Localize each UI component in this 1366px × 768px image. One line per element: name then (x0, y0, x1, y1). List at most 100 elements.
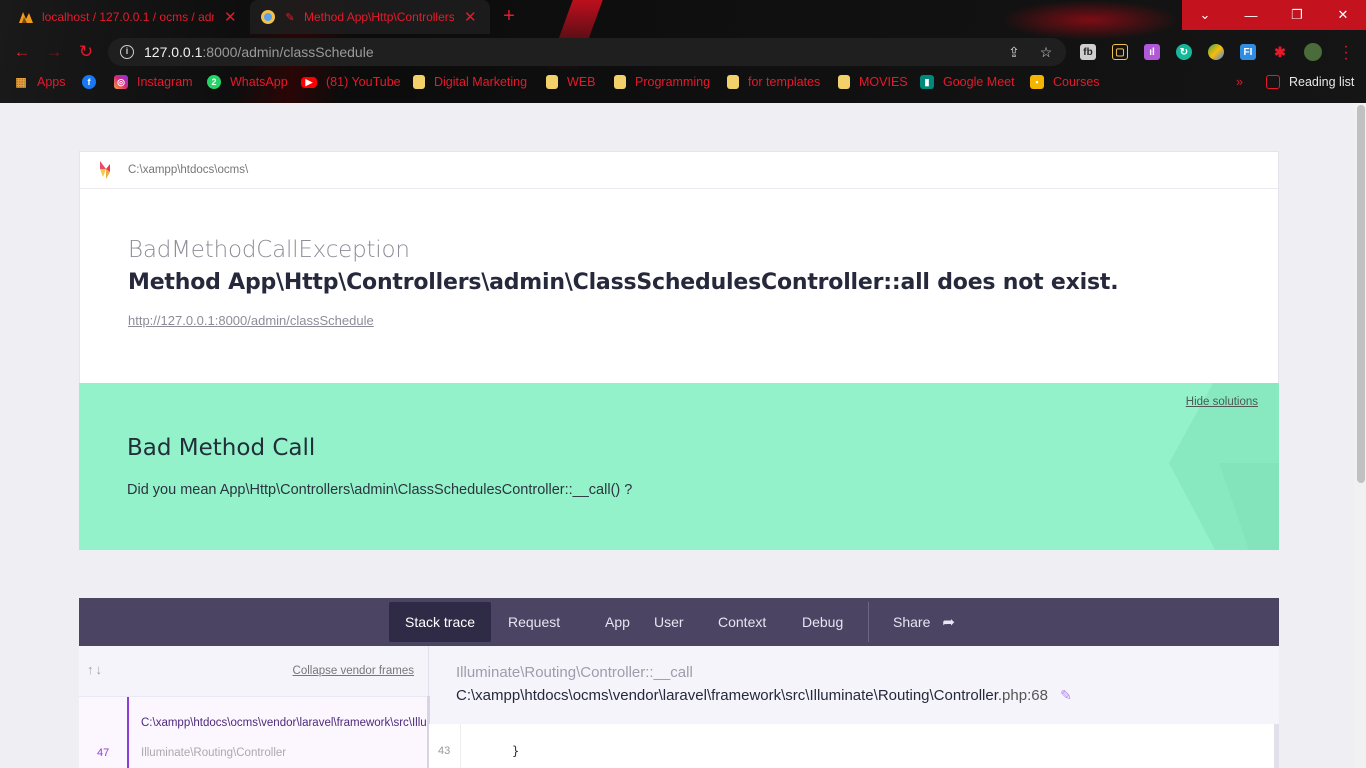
solution-title: Bad Method Call (127, 435, 316, 461)
bookmark-star-icon[interactable]: ☆ (1038, 44, 1054, 60)
file-extension-line: .php:68 (997, 687, 1048, 704)
tab-laravel-error[interactable]: ✎ Method App\Http\Controllers\admin ✕ (250, 0, 490, 34)
bookmark-label: for templates (748, 75, 821, 89)
bookmark-apps[interactable]: ▦ Apps (14, 75, 66, 89)
code-scrollbar[interactable] (1274, 724, 1279, 768)
extensions-puzzle-icon[interactable]: ✱ (1272, 44, 1288, 60)
folder-icon (614, 75, 626, 89)
frame-file-path: C:\xampp\htdocs\ocms\vendor\laravel\fram… (141, 717, 427, 729)
card-header: C:\xampp\htdocs\ocms\ (80, 152, 1278, 189)
folder-icon (546, 75, 558, 89)
extension-analytics-icon[interactable]: ıl (1144, 44, 1160, 60)
bookmark-label: Digital Marketing (434, 75, 528, 89)
tab-request[interactable]: Request (492, 602, 576, 642)
bookmark-facebook[interactable]: f (82, 75, 105, 89)
tab-debug[interactable]: Debug (786, 602, 859, 642)
tabs-divider (868, 602, 869, 642)
edit-pencil-icon[interactable]: ✎ (1060, 687, 1072, 703)
restore-button[interactable]: ❐ (1274, 0, 1320, 30)
bookmark-label: WEB (567, 75, 596, 89)
back-arrow-icon[interactable]: ← (12, 43, 32, 63)
bookmark-whatsapp[interactable]: 2 WhatsApp (207, 75, 288, 89)
folder-icon (838, 75, 850, 89)
exception-class: BadMethodCallException (128, 237, 410, 263)
address-row: ← → ↻ i 127.0.0.1:8000/admin/classSchedu… (0, 34, 1366, 70)
bookmark-movies[interactable]: MOVIES (838, 75, 908, 89)
tab-user[interactable]: User (638, 602, 700, 642)
apps-grid-icon: ▦ (15, 75, 27, 89)
pencil-icon: ✎ (285, 11, 295, 24)
youtube-icon: ▶ (301, 76, 317, 88)
tab-title: Method App\Http\Controllers\admin (304, 10, 454, 24)
selected-frame-indicator (127, 697, 129, 768)
tab-phpmyadmin[interactable]: localhost / 127.0.0.1 / ocms / adm ✕ (8, 0, 248, 34)
tab-context[interactable]: Context (702, 602, 782, 642)
line-gutter: 43 (429, 724, 461, 768)
close-tab-icon[interactable]: ✕ (464, 8, 477, 26)
reload-icon[interactable]: ↻ (76, 43, 96, 63)
code-line-number: 43 (438, 745, 451, 757)
ignition-logo-icon (98, 160, 112, 180)
page-scrollbar-thumb[interactable] (1357, 105, 1365, 483)
facebook-icon: f (82, 75, 96, 89)
code-snippet: 43 } (429, 724, 1274, 768)
share-label: Share (893, 614, 931, 630)
extension-capture-icon[interactable]: ▢ (1112, 44, 1128, 60)
tab-strip: localhost / 127.0.0.1 / ocms / adm ✕ ✎ M… (0, 0, 1366, 34)
bookmarks-overflow-button[interactable]: » (1236, 75, 1243, 89)
collapse-vendor-frames-link[interactable]: Collapse vendor frames (293, 665, 414, 677)
solution-text: Did you mean App\Http\Controllers\admin\… (127, 482, 633, 498)
selected-frame-class: Illuminate\Routing\Controller::__call (456, 664, 693, 681)
bookmark-for-templates[interactable]: for templates (727, 75, 820, 89)
error-tabs-bar: Stack trace Request App User Context Deb… (79, 598, 1279, 646)
bookmark-label: WhatsApp (230, 75, 288, 89)
browser-menu-icon[interactable]: · · · (1340, 39, 1352, 67)
extension-grammarly-icon[interactable]: ↻ (1176, 44, 1192, 60)
bookmark-digital-marketing[interactable]: Digital Marketing (413, 75, 527, 89)
share-button[interactable]: Share ➦ (877, 602, 971, 642)
extension-drive-icon[interactable] (1208, 44, 1224, 60)
exception-message: Method App\Http\Controllers\admin\ClassS… (128, 270, 1119, 295)
close-window-button[interactable]: ✕ (1320, 0, 1366, 30)
hide-solutions-link[interactable]: Hide solutions (1186, 396, 1258, 408)
minimize-button[interactable]: — (1228, 0, 1274, 30)
share-arrow-icon: ➦ (942, 614, 955, 631)
new-tab-button[interactable]: + (498, 6, 520, 28)
stack-frame-selected[interactable]: C:\xampp\htdocs\ocms\vendor\laravel\fram… (79, 696, 429, 768)
frame-class-name: Illuminate\Routing\Controller (141, 747, 287, 759)
classroom-icon: ▪ (1030, 75, 1044, 89)
extension-fb-icon[interactable]: fb (1080, 44, 1096, 60)
profile-avatar[interactable] (1304, 43, 1322, 61)
reading-list-button[interactable]: Reading list (1266, 75, 1354, 89)
whatsapp-icon: 2 (207, 75, 221, 89)
reading-list-label: Reading list (1289, 75, 1355, 89)
bookmark-label: Apps (37, 75, 66, 89)
bookmark-youtube[interactable]: ▶ (81) YouTube (301, 75, 401, 89)
bookmark-google-meet[interactable]: ▮ Google Meet (920, 75, 1015, 89)
tab-title: localhost / 127.0.0.1 / ocms / adm (42, 10, 214, 24)
forward-arrow-icon[interactable]: → (44, 43, 64, 63)
address-bar[interactable]: i 127.0.0.1:8000/admin/classSchedule ⇪ ☆ (108, 38, 1066, 66)
exception-summary: BadMethodCallException Method App\Http\C… (80, 189, 1278, 384)
close-tab-icon[interactable]: ✕ (224, 8, 237, 26)
share-page-icon[interactable]: ⇪ (1006, 44, 1022, 60)
bookmark-label: Courses (1053, 75, 1100, 89)
bookmark-programming[interactable]: Programming (614, 75, 710, 89)
stack-trace-panel: ↑↓ Collapse vendor frames C:\xampp\htdoc… (79, 646, 1279, 768)
frame-navigation-arrows-icon[interactable]: ↑↓ (87, 662, 104, 677)
frame-line-number: 47 (97, 747, 110, 759)
code-header: Illuminate\Routing\Controller::__call C:… (429, 646, 1279, 724)
tab-search-button[interactable]: ⌄ (1182, 0, 1228, 30)
bookmark-label: Instagram (137, 75, 193, 89)
bookmark-courses[interactable]: ▪ Courses (1030, 75, 1100, 89)
site-info-icon[interactable]: i (120, 45, 134, 59)
request-url-link[interactable]: http://127.0.0.1:8000/admin/classSchedul… (128, 313, 374, 328)
file-path: C:\xampp\htdocs\ocms\vendor\laravel\fram… (456, 687, 998, 704)
bookmark-instagram[interactable]: ◎ Instagram (114, 75, 193, 89)
extension-fi-icon[interactable]: FI (1240, 44, 1256, 60)
code-line: } (512, 744, 520, 758)
tab-stack-trace[interactable]: Stack trace (389, 602, 492, 642)
bookmark-web[interactable]: WEB (546, 75, 595, 89)
reading-list-icon (1266, 75, 1280, 89)
frames-list: ↑↓ Collapse vendor frames C:\xampp\htdoc… (79, 646, 430, 768)
